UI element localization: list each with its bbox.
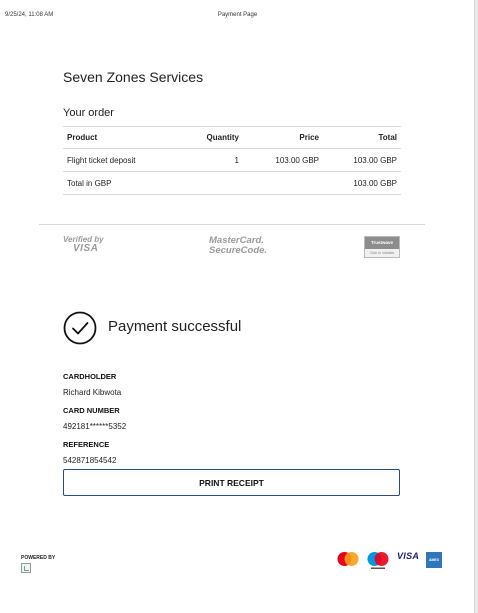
- amex-icon: AMEX: [426, 552, 442, 568]
- payment-status: Payment successful: [108, 318, 242, 335]
- print-header-title: Payment Page: [217, 12, 258, 18]
- total-value: 103.00 GBP: [323, 171, 401, 195]
- cell-product: Flight ticket deposit: [63, 148, 191, 172]
- cell-quantity: 1: [191, 148, 243, 172]
- mc-line-2: SecureCode.: [209, 244, 268, 256]
- reference-label: REFERENCE: [63, 440, 110, 449]
- cardholder-value: Richard Kibwota: [63, 388, 122, 397]
- verified-by-visa-logo: Verified by VISA: [63, 236, 104, 254]
- vbv-big-text: VISA: [73, 243, 99, 254]
- payment-page: 9/25/24, 11:08 AM Payment Page Seven Zon…: [0, 0, 475, 613]
- reference-value: 542871854542: [63, 456, 117, 465]
- provider-logo-broken-image: [21, 563, 31, 573]
- cardholder-label: CARDHOLDER: [63, 372, 117, 381]
- check-circle-icon: [63, 311, 97, 345]
- powered-by-label: POWERED BY: [21, 555, 56, 561]
- trustwave-validate: Click to Validate: [369, 251, 395, 255]
- visa-icon: VISA: [397, 551, 420, 561]
- merchant-name: Seven Zones Services: [63, 69, 204, 85]
- column-header-total: Total: [323, 126, 401, 149]
- print-receipt-button[interactable]: PRINT RECEIPT: [63, 469, 400, 496]
- total-row: Total in GBP 103.00 GBP: [63, 171, 401, 195]
- column-header-quantity: Quantity: [191, 126, 243, 149]
- total-label: Total in GBP: [63, 171, 191, 195]
- trustwave-seal[interactable]: Trustwave Click to Validate: [364, 236, 400, 258]
- card-number-label: CARD NUMBER: [63, 406, 120, 415]
- maestro-icon: [367, 552, 389, 569]
- card-number-value: 492181******5352: [63, 422, 127, 431]
- column-header-product: Product: [63, 126, 191, 149]
- table-row: Flight ticket deposit 1 103.00 GBP 103.0…: [63, 148, 401, 172]
- order-heading: Your order: [63, 107, 114, 119]
- mastercard-icon: [337, 552, 359, 566]
- mastercard-securecode-logo: MasterCard. SecureCode.: [209, 236, 267, 255]
- cell-price: 103.00 GBP: [243, 148, 323, 172]
- section-divider: [39, 224, 425, 225]
- trustwave-name: Trustwave: [365, 237, 399, 249]
- order-table-header: Product Quantity Price Total: [63, 126, 401, 149]
- cell-total: 103.00 GBP: [323, 148, 401, 172]
- column-header-price: Price: [243, 126, 323, 149]
- order-table: Product Quantity Price Total Flight tick…: [63, 126, 401, 195]
